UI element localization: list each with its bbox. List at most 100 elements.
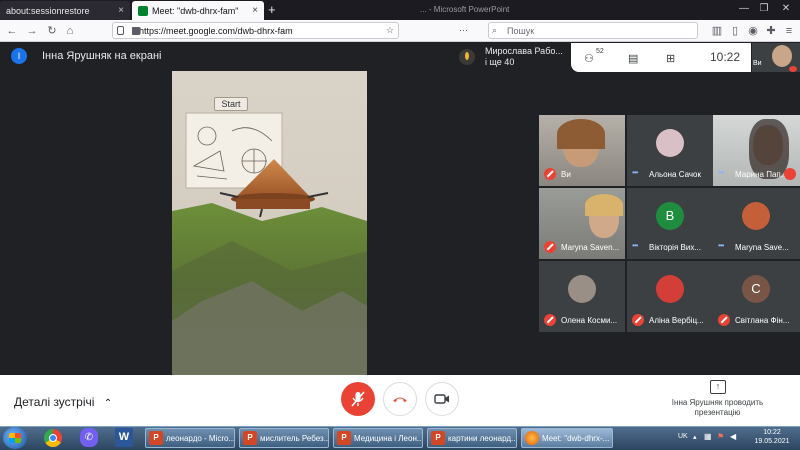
account-icon[interactable]: ◉ (746, 24, 760, 38)
close-window-button[interactable]: ✕ (778, 3, 794, 14)
slide-scene-image (172, 71, 367, 375)
participants-count: 52 (596, 48, 604, 55)
bookmark-star-icon[interactable]: ☆ (386, 25, 394, 36)
sidebar-icon[interactable]: ▯ (728, 24, 742, 38)
taskbar-item-label: картини леонард... (448, 433, 517, 443)
taskbar-item[interactable]: P леонардо - Micro... (145, 428, 235, 448)
chevron-up-icon: ⌃ (103, 398, 113, 409)
shield-icon[interactable] (117, 26, 124, 35)
camera-toggle-button[interactable] (425, 382, 459, 416)
leave-call-button[interactable] (383, 382, 417, 416)
presenter-label: Інна Ярушняк на екрані (42, 50, 162, 62)
library-icon[interactable]: ▥ (710, 24, 724, 38)
powerpoint-icon: P (149, 431, 163, 445)
participant-name: Олена Косми... (561, 316, 618, 325)
mic-muted-icon (544, 314, 556, 326)
participant-tile[interactable]: С Світлана Фін... (713, 261, 800, 332)
url-text: https://meet.google.com/dwb-dhrx-fam (139, 25, 293, 36)
people-icon[interactable]: ⚇ (584, 52, 594, 65)
close-icon[interactable]: × (118, 5, 124, 16)
taskbar-item-active[interactable]: Meet: "dwb-dhrx-... (521, 428, 613, 448)
new-tab-button[interactable]: + (268, 2, 276, 17)
taskbar-item[interactable]: P Медицина і Леон... (333, 428, 423, 448)
meeting-clock: 10:22 (710, 50, 741, 64)
taskbar-item[interactable]: P мислитель Ребез... (239, 428, 329, 448)
participant-avatar (742, 202, 770, 230)
meeting-details-button[interactable]: Деталі зустрічі ⌃ (14, 395, 112, 409)
page-actions-icon[interactable]: ⋯ (459, 25, 468, 36)
activities-icon[interactable]: ⊞ (666, 52, 675, 65)
tab-meet[interactable]: Meet: "dwb-dhrx-fam" × (132, 1, 264, 20)
participant-tile[interactable]: ••• Марина Пап... (713, 115, 800, 186)
participant-tile[interactable]: Maryna Saven... (539, 188, 625, 259)
self-video-face (772, 45, 792, 67)
participant-tile[interactable]: ••• Альона Сачок (627, 115, 713, 186)
maximize-button[interactable]: ❐ (756, 3, 772, 14)
taskbar-item[interactable]: P картини леонард... (427, 428, 517, 448)
extension-icon[interactable]: ✚ (764, 24, 778, 38)
close-icon[interactable]: × (252, 5, 258, 16)
volume-icon[interactable]: ◀ (730, 432, 736, 441)
participant-tile[interactable]: В ••• Вікторія Вих... (627, 188, 713, 259)
mic-muted-icon (544, 168, 556, 180)
back-arrow-icon[interactable]: ← (5, 24, 19, 38)
mic-off-icon (351, 391, 365, 407)
top-speaker-more: і ще 40 (485, 57, 515, 67)
speaking-indicator-icon: ••• (632, 241, 638, 250)
tab-label: Meet: "dwb-dhrx-fam" (152, 5, 239, 16)
hang-up-icon (393, 397, 407, 402)
minimize-button[interactable]: — (736, 3, 752, 14)
taskbar-item-label: Медицина і Леон... (354, 433, 423, 443)
viber-icon[interactable]: ✆ (80, 428, 98, 447)
participant-name: Альона Сачок (649, 170, 701, 179)
speaking-indicator-icon: ••• (718, 168, 724, 177)
mic-muted-icon (718, 314, 730, 326)
menu-icon[interactable]: ≡ (782, 24, 796, 38)
participant-avatar (459, 49, 475, 65)
tab-label: about:sessionrestore (6, 5, 90, 16)
participant-tile[interactable]: Олена Косми... (539, 261, 625, 332)
flag-icon[interactable]: ⚑ (717, 432, 724, 441)
url-bar[interactable]: https://meet.google.com/dwb-dhrx-fam ☆ (112, 22, 399, 39)
taskbar-item-label: леонардо - Micro... (166, 433, 235, 443)
network-icon[interactable]: ▦ (704, 432, 712, 441)
speaking-indicator-icon: ••• (632, 168, 638, 177)
show-hidden-icons-icon[interactable]: ▴ (693, 433, 697, 441)
participant-avatar (656, 129, 684, 157)
participant-name: Аліна Вербіц... (649, 316, 704, 325)
taskbar-clock[interactable]: 10:22 19.05.2021 (752, 428, 792, 446)
start-button[interactable] (3, 427, 27, 449)
powerpoint-icon: P (243, 431, 257, 445)
taskbar-item-label: мислитель Ребез... (260, 433, 329, 443)
speaking-indicator-icon: ••• (718, 241, 724, 250)
search-input[interactable]: Пошук (488, 22, 698, 39)
participant-avatar (568, 275, 596, 303)
forward-arrow-icon[interactable]: → (25, 24, 39, 38)
mic-muted-icon (544, 241, 556, 253)
slide-start-button[interactable]: Start (214, 97, 248, 111)
powerpoint-icon: P (337, 431, 351, 445)
participant-tile[interactable]: ••• Maryna Save... (713, 188, 800, 259)
participant-tile[interactable]: Аліна Вербіц... (627, 261, 713, 332)
mic-toggle-button[interactable] (341, 382, 375, 416)
chrome-icon[interactable] (44, 429, 62, 447)
self-label: Ви (753, 60, 762, 67)
reload-icon[interactable]: ↻ (45, 24, 59, 38)
lock-icon[interactable] (132, 27, 140, 35)
word-icon[interactable]: W (115, 428, 133, 447)
powerpoint-icon: P (431, 431, 445, 445)
home-icon[interactable]: ⌂ (63, 24, 77, 38)
search-icon: ⌕ (492, 25, 498, 35)
taskbar-time: 10:22 (763, 429, 781, 436)
taskbar-item-label: Meet: "dwb-dhrx-... (542, 433, 610, 443)
top-speaker-name: Мирослава Рабо... (485, 46, 563, 56)
tab-session-restore[interactable]: about:sessionrestore × (0, 1, 130, 20)
participant-tile[interactable]: Ви (539, 115, 625, 186)
participant-name: Світлана Фін... (735, 316, 790, 325)
self-mic-muted-icon (789, 66, 797, 72)
chat-icon[interactable]: ▤ (628, 52, 638, 65)
camera-icon (434, 394, 449, 404)
shared-screen-video (172, 71, 367, 375)
language-indicator[interactable]: UK (678, 433, 688, 440)
present-arrow-icon[interactable]: ↑ (710, 380, 726, 394)
